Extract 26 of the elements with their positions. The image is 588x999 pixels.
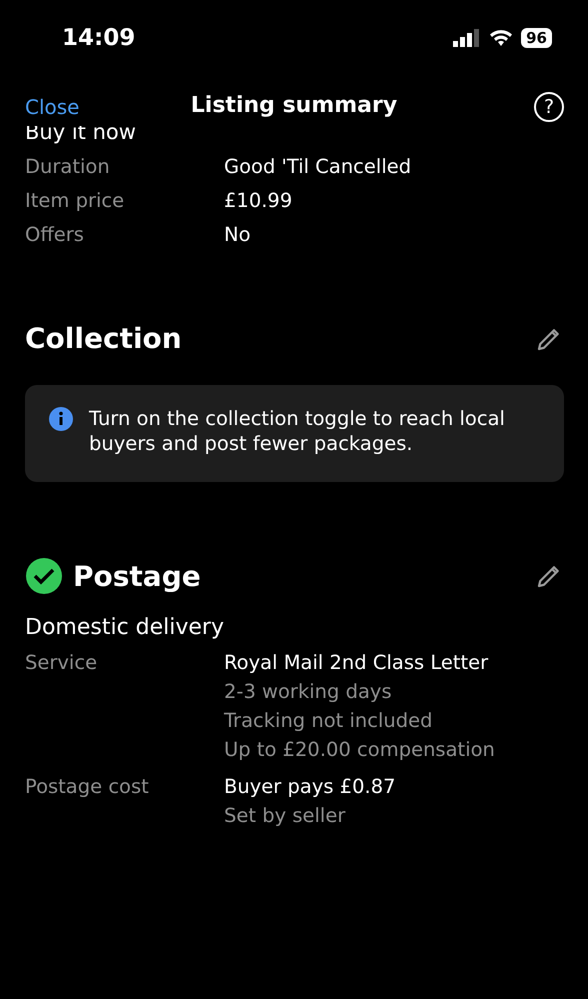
- screen-title: Listing summary: [190, 93, 398, 118]
- section-heading: Collection: [25, 322, 182, 355]
- field-label: Offers: [25, 223, 85, 246]
- info-icon: [49, 407, 73, 431]
- field-label: Service: [25, 651, 98, 676]
- wifi-icon: [489, 29, 514, 47]
- help-button[interactable]: ?: [534, 92, 564, 122]
- field-value: Good 'Til Cancelled: [224, 155, 412, 178]
- field-detail: Up to £20.00 compensation: [224, 738, 495, 761]
- section-heading: Postage: [73, 560, 201, 592]
- battery-level: 96: [521, 28, 552, 48]
- field-label: Duration: [25, 155, 111, 178]
- field-detail: 2-3 working days: [224, 680, 393, 703]
- field-value: No: [224, 223, 251, 246]
- section-subheading: Domestic delivery: [25, 615, 225, 640]
- signal-icon: [453, 29, 482, 47]
- field-detail: Tracking not included: [224, 709, 434, 732]
- field-value: £10.99: [224, 189, 292, 212]
- field-label: Item price: [25, 189, 126, 212]
- close-button[interactable]: Close: [25, 95, 80, 119]
- field-value: Buyer pays £0.87: [224, 775, 396, 798]
- info-message: Turn on the collection toggle to reach local buyers and post fewer packages.: [89, 406, 506, 456]
- field-label: Postage cost: [25, 775, 150, 800]
- clock: 14:09: [62, 25, 136, 51]
- field-detail: Set by seller: [224, 804, 346, 827]
- field-value: Royal Mail 2nd Class Letter: [224, 651, 490, 674]
